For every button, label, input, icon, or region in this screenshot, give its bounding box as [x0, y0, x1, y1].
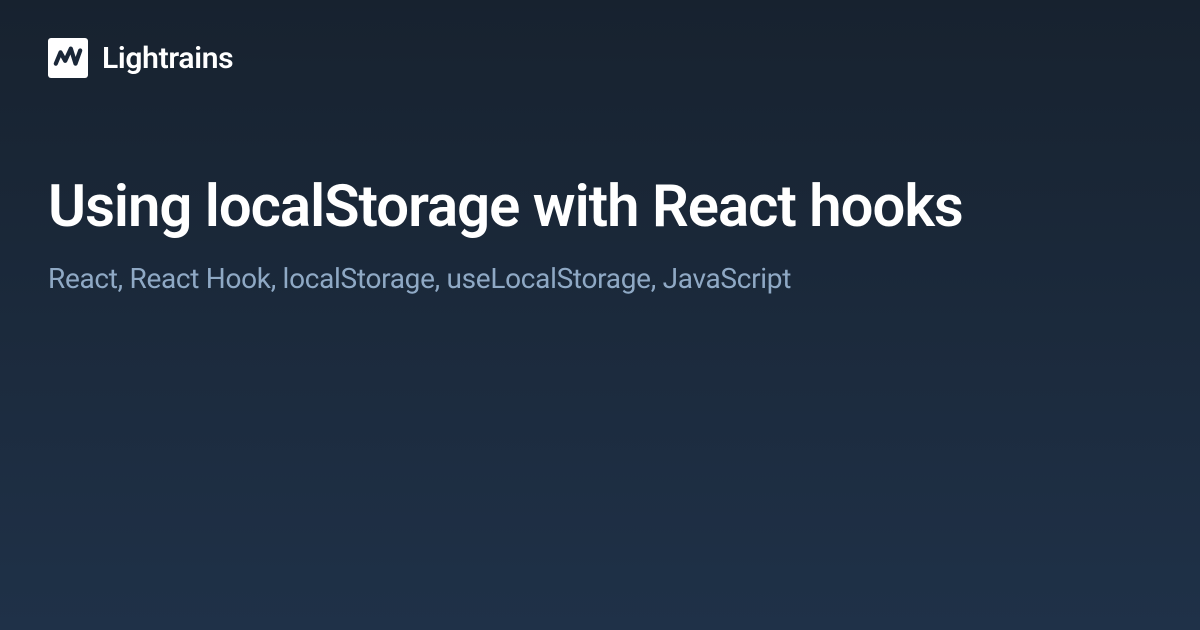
tags-list: React, React Hook, localStorage, useLoca…: [48, 262, 1152, 295]
page-title: Using localStorage with React hooks: [48, 176, 1152, 240]
logo-icon: [48, 38, 88, 78]
header: Lightrains: [0, 0, 1200, 116]
content: Using localStorage with React hooks Reac…: [0, 116, 1200, 295]
brand-name: Lightrains: [102, 41, 233, 76]
